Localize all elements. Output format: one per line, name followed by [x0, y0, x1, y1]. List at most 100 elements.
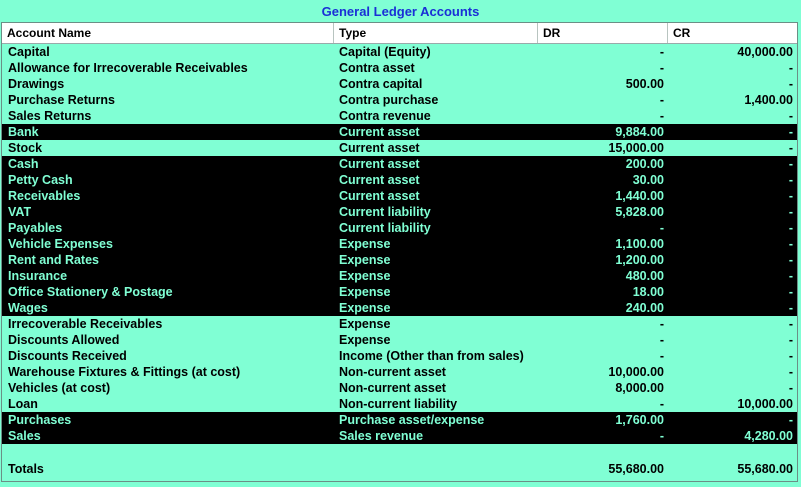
- account-type-cell: Contra purchase: [339, 93, 439, 107]
- cr-cell: 1,400.00: [744, 93, 793, 107]
- table-row[interactable]: Insurance Expense 480.00 -: [2, 268, 797, 284]
- table-row[interactable]: Payables Current liability - -: [2, 220, 797, 236]
- table-row[interactable]: Discounts Allowed Expense - -: [2, 332, 797, 348]
- table-row[interactable]: Discounts Received Income (Other than fro…: [2, 348, 797, 364]
- dr-cell: 240.00: [625, 301, 664, 315]
- dr-cell: -: [659, 45, 664, 59]
- account-type-cell: Expense: [339, 253, 391, 267]
- account-name-cell: Sales Returns: [8, 109, 92, 123]
- cr-cell: -: [788, 173, 793, 187]
- table-row[interactable]: Purchase Returns Contra purchase - 1,400.00: [2, 92, 797, 108]
- account-name-cell: Purchases: [8, 413, 72, 427]
- account-name-cell: Discounts Received: [8, 349, 127, 363]
- dr-cell: 9,884.00: [615, 125, 664, 139]
- cr-cell: -: [788, 189, 793, 203]
- account-name-cell: Payables: [8, 221, 63, 235]
- account-type-cell: Income (Other than from sales): [339, 349, 524, 363]
- account-type-cell: Contra asset: [339, 61, 415, 75]
- cr-cell: -: [788, 301, 793, 315]
- account-name-cell: Warehouse Fixtures & Fittings (at cost): [8, 365, 241, 379]
- dr-cell: 1,760.00: [615, 413, 664, 427]
- dr-cell: 1,440.00: [615, 189, 664, 203]
- account-name-cell: Receivables: [8, 189, 81, 203]
- account-type-cell: Current asset: [339, 157, 420, 171]
- account-type-cell: Purchase asset/expense: [339, 413, 485, 427]
- totals-row[interactable]: Totals 55,680.00 55,680.00: [2, 461, 797, 477]
- dr-cell: 1,200.00: [615, 253, 664, 267]
- account-name-cell: Discounts Allowed: [8, 333, 120, 347]
- table-row[interactable]: Sales Returns Contra revenue - -: [2, 108, 797, 124]
- dr-cell: -: [659, 317, 664, 331]
- dr-cell: 15,000.00: [608, 141, 664, 155]
- cr-cell: -: [788, 333, 793, 347]
- cr-cell: -: [788, 109, 793, 123]
- cr-cell: -: [788, 125, 793, 139]
- account-name-cell: VAT: [8, 205, 32, 219]
- column-header-account-name[interactable]: Account Name: [2, 23, 334, 43]
- account-type-cell: Expense: [339, 317, 391, 331]
- table-row[interactable]: Cash Current asset 200.00 -: [2, 156, 797, 172]
- account-name-cell: Loan: [8, 397, 38, 411]
- cr-cell: -: [788, 269, 793, 283]
- dr-cell: -: [659, 221, 664, 235]
- column-header-dr[interactable]: DR: [538, 23, 668, 43]
- account-name-cell: Wages: [8, 301, 48, 315]
- table-row[interactable]: Bank Current asset 9,884.00 -: [2, 124, 797, 140]
- account-type-cell: Non-current asset: [339, 365, 446, 379]
- window-title: General Ledger Accounts: [321, 4, 480, 19]
- dr-cell: -: [659, 109, 664, 123]
- account-name-cell: Drawings: [8, 77, 65, 91]
- table-row[interactable]: Wages Expense 240.00 -: [2, 300, 797, 316]
- dr-cell: 8,000.00: [615, 381, 664, 395]
- account-type-cell: Current liability: [339, 221, 431, 235]
- ledger-table[interactable]: Account Name Type DR CR Capital Capital (…: [1, 22, 798, 482]
- account-type-cell: Expense: [339, 285, 391, 299]
- cr-cell: -: [788, 317, 793, 331]
- account-name-cell: Vehicles (at cost): [8, 381, 111, 395]
- account-type-cell: Expense: [339, 301, 391, 315]
- table-row[interactable]: Receivables Current asset 1,440.00 -: [2, 188, 797, 204]
- cr-cell: -: [788, 285, 793, 299]
- table-row[interactable]: Stock Current asset 15,000.00 -: [2, 140, 797, 156]
- account-name-cell: Petty Cash: [8, 173, 73, 187]
- cr-cell: -: [788, 141, 793, 155]
- ledger-window: General Ledger Accounts Account Name Typ…: [0, 0, 801, 487]
- cr-cell: -: [788, 77, 793, 91]
- account-name-cell: Sales: [8, 429, 41, 443]
- column-header-type[interactable]: Type: [334, 23, 538, 43]
- table-row[interactable]: Drawings Contra capital 500.00 -: [2, 76, 797, 92]
- account-type-cell: Current asset: [339, 125, 420, 139]
- table-row[interactable]: Allowance for Irrecoverable Receivables C…: [2, 60, 797, 76]
- account-name-cell: Rent and Rates: [8, 253, 99, 267]
- account-name-cell: Purchase Returns: [8, 93, 115, 107]
- account-type-cell: Current liability: [339, 205, 431, 219]
- account-type-cell: Contra revenue: [339, 109, 431, 123]
- table-row[interactable]: Loan Non-current liability - 10,000.00: [2, 396, 797, 412]
- cr-cell: 40,000.00: [737, 45, 793, 59]
- table-row[interactable]: Vehicle Expenses Expense 1,100.00 -: [2, 236, 797, 252]
- table-row[interactable]: Vehicles (at cost) Non-current asset 8,000…: [2, 380, 797, 396]
- cr-cell: -: [788, 157, 793, 171]
- table-row[interactable]: Purchases Purchase asset/expense 1,760.00 -: [2, 412, 797, 428]
- cr-cell: -: [788, 413, 793, 427]
- table-row[interactable]: Petty Cash Current asset 30.00 -: [2, 172, 797, 188]
- account-type-cell: Expense: [339, 237, 391, 251]
- table-row[interactable]: Capital Capital (Equity) - 40,000.00: [2, 44, 797, 60]
- account-name-cell: Bank: [8, 125, 39, 139]
- table-row[interactable]: Sales Sales revenue - 4,280.00: [2, 428, 797, 444]
- column-header-cr[interactable]: CR: [668, 23, 797, 43]
- dr-cell: -: [659, 333, 664, 347]
- account-name-cell: Vehicle Expenses: [8, 237, 113, 251]
- table-row[interactable]: Irrecoverable Receivables Expense - -: [2, 316, 797, 332]
- account-name-cell: Stock: [8, 141, 43, 155]
- account-type-cell: Non-current asset: [339, 381, 446, 395]
- dr-cell: 30.00: [632, 173, 664, 187]
- dr-cell: -: [659, 349, 664, 363]
- table-row[interactable]: VAT Current liability 5,828.00 -: [2, 204, 797, 220]
- totals-dr: 55,680.00: [608, 462, 664, 476]
- table-row[interactable]: Warehouse Fixtures & Fittings (at cost) N…: [2, 364, 797, 380]
- table-row[interactable]: Office Stationery & Postage Expense 18.00 -: [2, 284, 797, 300]
- table-row[interactable]: Rent and Rates Expense 1,200.00 -: [2, 252, 797, 268]
- account-type-cell: Current asset: [339, 173, 420, 187]
- account-name-cell: Insurance: [8, 269, 68, 283]
